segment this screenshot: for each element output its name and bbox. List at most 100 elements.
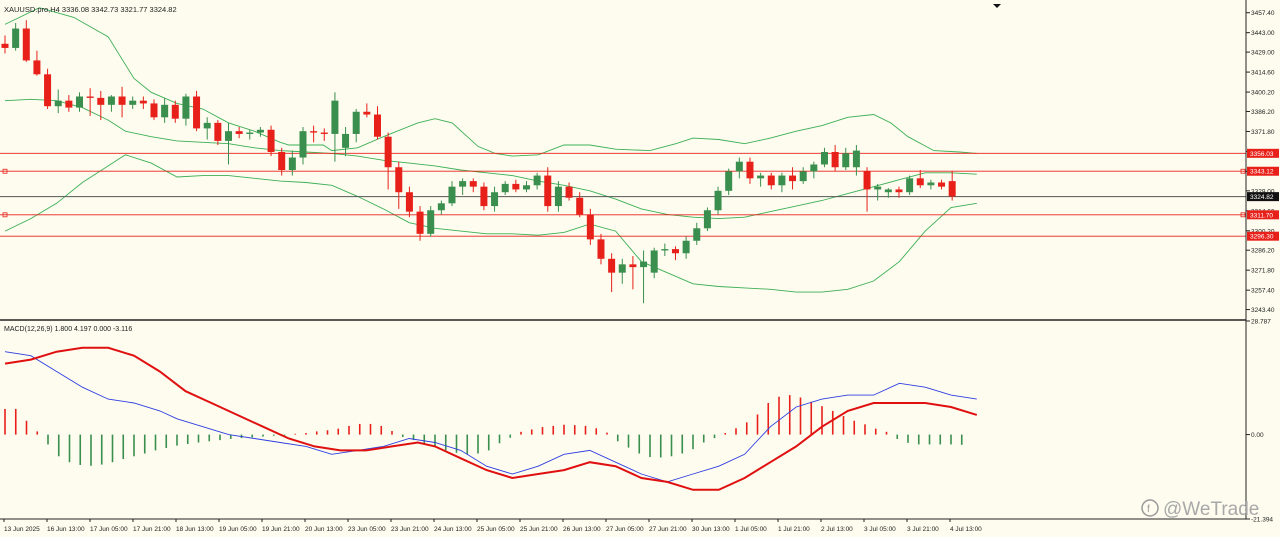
candle-body: [12, 28, 20, 48]
price-level-label: 3311.70: [1250, 212, 1273, 219]
time-tick-label: 4 Jul 13:00: [950, 526, 982, 533]
candle-body: [171, 104, 179, 119]
candle-body: [629, 264, 637, 268]
price-tick-label: 3371.80: [1251, 129, 1275, 136]
candle-body: [193, 96, 201, 129]
candle-body: [810, 164, 818, 172]
candle-body: [278, 151, 286, 171]
price-tick-label: 3429.00: [1251, 50, 1275, 57]
candle-body: [448, 186, 456, 204]
candle-body: [714, 190, 722, 211]
candle: [267, 125, 275, 157]
price-tick-label: 3414.60: [1251, 70, 1275, 77]
time-tick-label: 17 Jun 21:00: [133, 526, 171, 533]
candle-body: [342, 133, 350, 148]
time-tick-label: 18 Jun 13:00: [176, 526, 214, 533]
time-tick-label: 24 Jun 13:00: [434, 526, 472, 533]
candle-body: [129, 100, 137, 105]
price-tick-label: 3443.00: [1251, 30, 1275, 37]
candle-body: [938, 182, 946, 187]
candle-body: [671, 249, 679, 254]
candle-body: [820, 151, 828, 165]
candle-body: [384, 136, 392, 168]
price-tick-label: 3271.80: [1251, 268, 1275, 275]
candle-body: [906, 178, 914, 193]
candle-body: [203, 122, 211, 129]
candle: [703, 207, 711, 232]
price-level-label: 3343.12: [1250, 169, 1274, 176]
candle-body: [150, 103, 158, 118]
time-tick-label: 20 Jun 13:00: [305, 526, 343, 533]
candle: [193, 90, 201, 132]
time-tick-label: 3 Jul 05:00: [864, 526, 896, 533]
candle-body: [874, 186, 882, 190]
chart-background: [0, 0, 1280, 537]
macd-tick-label: 0.00: [1251, 432, 1264, 439]
time-tick-label: 27 Jun 05:00: [606, 526, 644, 533]
candle-body: [416, 211, 424, 234]
time-tick-label: 23 Jun 21:00: [391, 526, 429, 533]
candle-body: [757, 175, 765, 179]
time-tick-label: 1 Jul 21:00: [778, 526, 810, 533]
time-tick-label: 23 Jun 05:00: [348, 526, 386, 533]
time-tick-label: 26 Jun 13:00: [563, 526, 601, 533]
chart-header: XAUUSD.pro,H4 3336.08 3342.73 3321.77 33…: [4, 5, 177, 14]
candle-body: [75, 96, 83, 108]
candle-body: [884, 189, 892, 193]
price-tick-label: 3243.40: [1251, 307, 1275, 314]
price-tick-label: 3386.20: [1251, 109, 1275, 116]
candle-body: [789, 175, 797, 182]
time-tick-label: 3 Jul 21:00: [907, 526, 939, 533]
candle-body: [544, 175, 552, 207]
candle-body: [469, 181, 477, 187]
candle-body: [235, 131, 243, 134]
wetrade-logo-glyph: f: [1147, 504, 1150, 515]
candle-body: [427, 210, 435, 234]
candle-body: [299, 131, 307, 158]
candle-body: [405, 192, 413, 212]
trading-chart: 3457.40 3443.00 3429.00 3414.60 3400.20 3386.…: [0, 0, 1280, 537]
candle-body: [1, 43, 9, 48]
candle-body: [533, 175, 541, 186]
candle-body: [288, 157, 296, 171]
candle-body: [618, 264, 626, 273]
candle-body: [44, 74, 52, 107]
watermark-text: @WeTrade: [1163, 499, 1259, 520]
candle-body: [767, 175, 775, 186]
candle-body: [107, 96, 115, 105]
candle-body: [703, 210, 711, 229]
candle-body: [927, 182, 935, 186]
candle-body: [182, 96, 190, 119]
time-tick-label: 16 Jun 13:00: [47, 526, 85, 533]
candle-body: [224, 131, 232, 141]
price-level-label: 3356.03: [1250, 151, 1274, 158]
candle-body: [895, 189, 903, 193]
time-tick-label: 2 Jul 13:00: [821, 526, 853, 533]
macd-tick-label: 28.787: [1251, 319, 1271, 326]
candle-body: [310, 131, 318, 133]
candle-body: [459, 181, 467, 187]
price-tick-label: 3400.20: [1251, 90, 1275, 97]
candle-body: [661, 249, 669, 251]
time-tick-label: 1 Jul 05:00: [735, 526, 767, 533]
time-tick-label: 25 Jun 05:00: [477, 526, 515, 533]
candle-body: [586, 214, 594, 240]
candle-body: [395, 167, 403, 193]
candle-body: [640, 261, 648, 268]
price-level-label: 3296.30: [1250, 234, 1274, 241]
time-tick-label: 27 Jun 21:00: [649, 526, 687, 533]
candle-body: [501, 183, 509, 193]
candle: [714, 186, 722, 215]
candle-body: [778, 175, 786, 186]
candle-body: [725, 171, 733, 191]
time-tick-label: 25 Jun 21:00: [520, 526, 558, 533]
candle-body: [256, 129, 264, 133]
candle-body: [54, 100, 62, 107]
candle-body: [693, 228, 701, 241]
macd-header: MACD(12,26,9) 1.800 4.197 0.000 -3.116: [4, 326, 132, 333]
candle-body: [650, 250, 658, 273]
candle-body: [863, 171, 871, 190]
price-tick-label: 3286.20: [1251, 248, 1275, 255]
time-tick-label: 19 Jun 05:00: [219, 526, 257, 533]
candle-body: [65, 100, 73, 108]
